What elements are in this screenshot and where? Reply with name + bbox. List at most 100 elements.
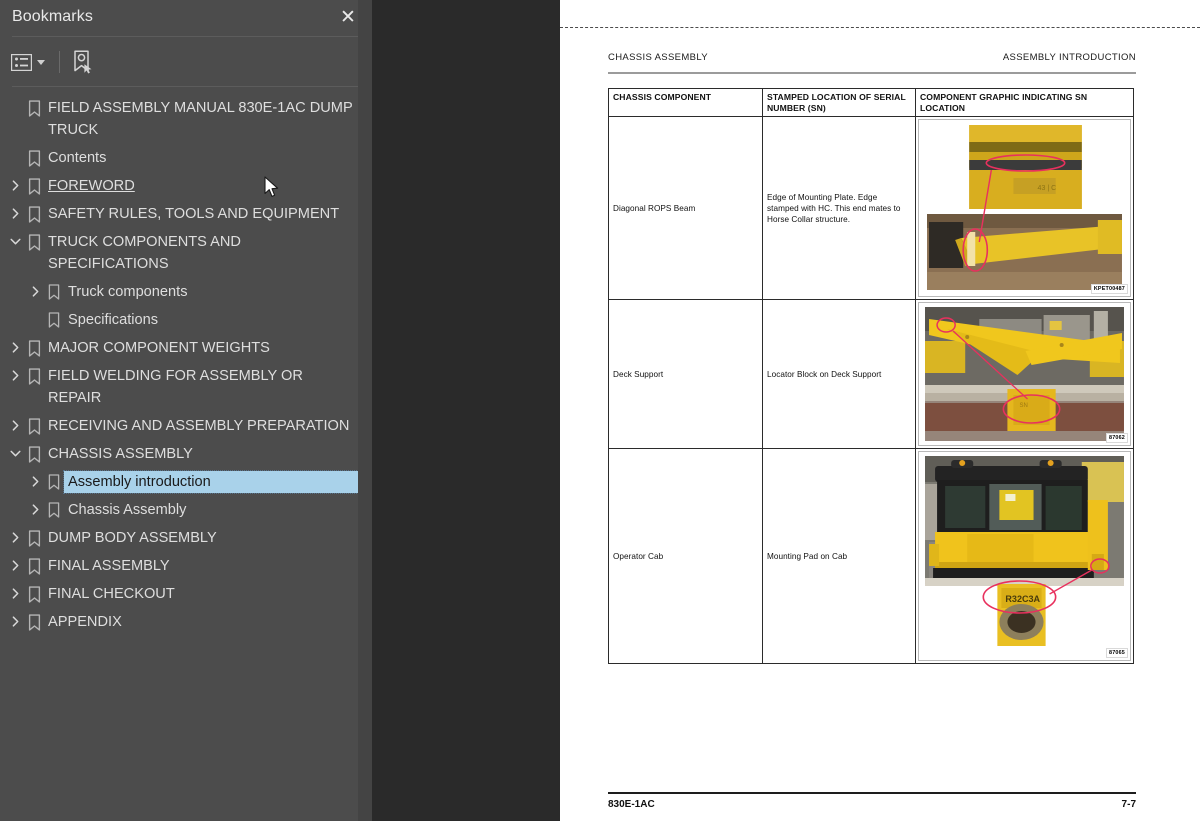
bookmark-item[interactable]: DUMP BODY ASSEMBLY xyxy=(0,524,372,552)
header-rule xyxy=(608,72,1136,74)
twisty-placeholder xyxy=(6,147,24,152)
figure-frame: 43 | C KPET00487 xyxy=(918,119,1131,297)
chevron-right-icon[interactable] xyxy=(26,281,44,297)
cell-component: Operator Cab xyxy=(608,448,763,664)
page-running-header: CHASSIS ASSEMBLY ASSEMBLY INTRODUCTION xyxy=(608,52,1136,63)
bookmark-icon xyxy=(24,443,44,463)
bookmark-item-label: DUMP BODY ASSEMBLY xyxy=(48,530,217,546)
bookmark-icon xyxy=(24,583,44,603)
table-row: Operator Cab Mounting Pad on Cab R32C3A … xyxy=(608,448,1134,664)
bookmark-item[interactable]: Contents xyxy=(0,144,372,172)
bookmark-item-label: CHASSIS ASSEMBLY xyxy=(48,446,193,462)
figure-id: 87062 xyxy=(1106,433,1128,443)
bookmark-icon xyxy=(24,147,44,167)
bookmark-item-label: MAJOR COMPONENT WEIGHTS xyxy=(48,340,270,356)
header-right-text: ASSEMBLY INTRODUCTION xyxy=(1002,52,1136,63)
chevron-right-icon[interactable] xyxy=(6,583,24,599)
bookmark-icon xyxy=(44,309,64,328)
chevron-right-icon[interactable] xyxy=(26,471,44,487)
cell-component: Deck Support xyxy=(608,299,763,449)
toolbar-divider xyxy=(12,86,362,87)
figure-frame: SN 87062 xyxy=(918,302,1131,446)
find-current-bookmark-icon[interactable] xyxy=(72,47,94,77)
bookmark-item-label: Truck components xyxy=(68,284,188,300)
bookmark-item[interactable]: FINAL ASSEMBLY xyxy=(0,552,372,580)
chevron-right-icon[interactable] xyxy=(6,415,24,431)
bookmark-item[interactable]: Truck components xyxy=(0,278,372,306)
bookmark-item[interactable]: FIELD WELDING FOR ASSEMBLY OR REPAIR xyxy=(0,362,372,412)
bookmark-icon xyxy=(24,555,44,575)
bookmark-item-label: SAFETY RULES, TOOLS AND EQUIPMENT xyxy=(48,206,340,222)
bookmarks-panel-header: Bookmarks ✕ xyxy=(0,0,372,34)
chevron-right-icon[interactable] xyxy=(6,175,24,191)
bookmark-item[interactable]: APPENDIX xyxy=(0,608,372,636)
chevron-right-icon[interactable] xyxy=(6,337,24,353)
column-header-graphic: COMPONENT GRAPHIC INDICATING SN LOCATION xyxy=(915,88,1134,117)
bookmark-icon xyxy=(24,97,44,117)
cell-graphic: SN 87062 xyxy=(915,299,1134,449)
cell-component: Diagonal ROPS Beam xyxy=(608,116,763,300)
bookmarks-sidebar: Bookmarks ✕ FIELD ASSEMBLY MANUAL 830E-1… xyxy=(0,0,372,821)
figure-image-rops-beam: 43 | C xyxy=(921,122,1128,294)
header-left-text: CHASSIS ASSEMBLY xyxy=(608,52,708,63)
bookmark-item-label: FOREWORD xyxy=(48,178,135,194)
twisty-placeholder xyxy=(6,97,24,102)
svg-text:43 | C: 43 | C xyxy=(1038,185,1057,192)
chevron-down-icon[interactable] xyxy=(37,59,45,65)
bookmark-item[interactable]: TRUCK COMPONENTS AND SPECIFICATIONS xyxy=(0,228,372,278)
bookmark-icon xyxy=(44,499,64,518)
cell-graphic: R32C3A 87065 xyxy=(915,448,1134,664)
bookmark-item-label: FINAL CHECKOUT xyxy=(48,586,175,602)
bookmark-item[interactable]: Chassis Assembly xyxy=(0,496,372,524)
page-break-divider xyxy=(560,27,1200,28)
pdf-page: CHASSIS ASSEMBLY ASSEMBLY INTRODUCTION C… xyxy=(560,0,1200,821)
sidebar-scrollbar[interactable] xyxy=(358,0,372,821)
figure-frame: R32C3A 87065 xyxy=(918,451,1131,661)
bookmark-item-label: Specifications xyxy=(68,312,159,328)
chevron-right-icon[interactable] xyxy=(6,365,24,381)
chevron-down-icon[interactable] xyxy=(6,443,24,459)
chevron-right-icon[interactable] xyxy=(6,611,24,627)
table-header-row: CHASSIS COMPONENT STAMPED LOCATION OF SE… xyxy=(608,88,1134,117)
bookmark-item-label: TRUCK COMPONENTS AND SPECIFICATIONS xyxy=(48,234,241,272)
list-options-icon[interactable] xyxy=(9,47,49,77)
bookmark-item-label: RECEIVING AND ASSEMBLY PREPARATION xyxy=(48,418,350,434)
cell-stamped-location: Edge of Mounting Plate. Edge stamped wit… xyxy=(762,116,916,300)
svg-text:SN: SN xyxy=(1019,403,1027,409)
bookmark-item-label: FINAL ASSEMBLY xyxy=(48,558,170,574)
bookmark-icon xyxy=(24,231,44,251)
bookmark-item-label: APPENDIX xyxy=(48,614,122,630)
chevron-right-icon[interactable] xyxy=(6,527,24,543)
bookmark-item[interactable]: Specifications xyxy=(0,306,372,334)
chevron-down-icon[interactable] xyxy=(6,231,24,247)
document-viewport[interactable]: CHASSIS ASSEMBLY ASSEMBLY INTRODUCTION C… xyxy=(379,0,1200,821)
bookmark-item[interactable]: MAJOR COMPONENT WEIGHTS xyxy=(0,334,372,362)
bookmark-item[interactable]: SAFETY RULES, TOOLS AND EQUIPMENT xyxy=(0,200,372,228)
figure-image-operator-cab: R32C3A xyxy=(921,454,1128,658)
bookmark-item[interactable]: FINAL CHECKOUT xyxy=(0,580,372,608)
column-header-component: CHASSIS COMPONENT xyxy=(608,88,763,117)
bookmarks-panel-title: Bookmarks xyxy=(12,8,93,25)
bookmark-icon xyxy=(44,281,64,300)
bookmark-item[interactable]: FIELD ASSEMBLY MANUAL 830E-1AC DUMP TRUC… xyxy=(0,94,372,144)
serial-number-location-table: CHASSIS COMPONENT STAMPED LOCATION OF SE… xyxy=(608,88,1134,664)
chevron-right-icon[interactable] xyxy=(26,499,44,515)
bookmark-item-label: Assembly introduction xyxy=(63,470,359,494)
bookmark-item[interactable]: Assembly introduction xyxy=(0,468,372,496)
column-header-stamped-location: STAMPED LOCATION OF SERIAL NUMBER (SN) xyxy=(762,88,916,117)
bookmark-item[interactable]: CHASSIS ASSEMBLY xyxy=(0,440,372,468)
toolbar-separator xyxy=(59,51,60,73)
bookmark-tree[interactable]: FIELD ASSEMBLY MANUAL 830E-1AC DUMP TRUC… xyxy=(0,94,372,821)
bookmarks-toolbar xyxy=(0,40,372,84)
figure-id: 87065 xyxy=(1106,648,1128,658)
chevron-right-icon[interactable] xyxy=(6,555,24,571)
chevron-right-icon[interactable] xyxy=(6,203,24,219)
bookmark-icon xyxy=(24,365,44,385)
figure-image-deck-support: SN xyxy=(921,305,1128,443)
bookmark-item[interactable]: FOREWORD xyxy=(0,172,372,200)
pdf-viewer-window: Bookmarks ✕ FIELD ASSEMBLY MANUAL 830E-1… xyxy=(0,0,1200,821)
footer-model-text: 830E-1AC xyxy=(608,799,655,810)
page-footer: 830E-1AC 7-7 xyxy=(608,799,1136,810)
bookmark-item[interactable]: RECEIVING AND ASSEMBLY PREPARATION xyxy=(0,412,372,440)
svg-text:R32C3A: R32C3A xyxy=(1005,594,1040,604)
